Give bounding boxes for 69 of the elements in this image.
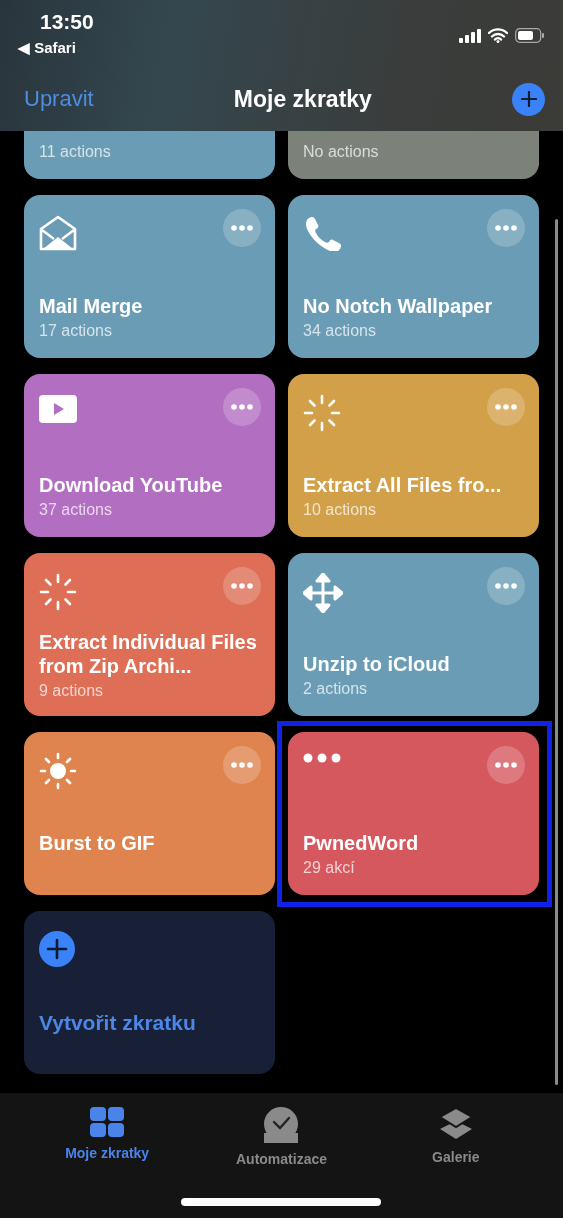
shortcut-card[interactable]: Mail Merge 17 actions — [24, 195, 275, 358]
action-count: 2 actions — [303, 680, 369, 698]
more-icon — [495, 583, 517, 589]
shortcut-card[interactable]: No Notch Wallpaper 34 actions — [288, 195, 539, 358]
shortcut-title: Extract Individual Files from Zip Archi... — [39, 630, 258, 678]
sun-icon — [39, 752, 77, 790]
shortcut-card[interactable]: PwnedWord 29 akcí — [288, 732, 539, 895]
more-icon — [231, 225, 253, 231]
shortcut-card[interactable]: No actions — [288, 131, 539, 179]
grid-icon — [90, 1107, 125, 1137]
more-button[interactable] — [487, 388, 525, 426]
more-button[interactable] — [487, 567, 525, 605]
wifi-icon — [488, 28, 508, 43]
more-icon — [231, 583, 253, 589]
more-icon — [495, 404, 517, 410]
shortcut-title: PwnedWord — [303, 831, 420, 855]
more-icon — [495, 225, 517, 231]
more-button[interactable] — [223, 567, 261, 605]
shortcut-card[interactable]: Unzip to iCloud 2 actions — [288, 553, 539, 716]
dots-icon — [303, 752, 341, 764]
more-button[interactable] — [223, 746, 261, 784]
action-count: 37 actions — [39, 501, 113, 519]
clock-check-icon — [262, 1107, 301, 1143]
add-button[interactable] — [512, 82, 545, 116]
create-shortcut-label: Vytvořit zkratku — [39, 1010, 197, 1036]
action-count: 34 actions — [303, 322, 377, 340]
plus-icon — [520, 91, 537, 107]
action-count: 9 actions — [39, 682, 105, 700]
shortcut-card[interactable]: Extract Individual Files from Zip Archi... 9 actions — [24, 553, 275, 716]
clock-time: 13:50 — [40, 10, 94, 34]
more-icon — [495, 762, 517, 768]
move-arrows-icon — [303, 573, 343, 613]
spinner-icon — [303, 394, 341, 432]
plus-circle-icon — [39, 931, 75, 967]
action-count: 17 actions — [39, 322, 113, 340]
action-count: 11 actions — [39, 143, 111, 161]
shortcut-card[interactable]: Download YouTube 37 actions — [24, 374, 275, 537]
shortcut-card[interactable]: Extract All Files fro... 10 actions — [288, 374, 539, 537]
page-title: Moje zkratky — [233, 85, 372, 113]
action-count: 29 akcí — [303, 859, 356, 877]
shortcut-title: Extract All Files fro... — [303, 473, 503, 497]
shortcut-title: Unzip to iCloud — [303, 652, 451, 676]
phone-icon — [303, 215, 341, 251]
shortcut-title: Download YouTube — [39, 473, 224, 497]
spinner-icon — [39, 573, 77, 611]
shortcut-card[interactable]: 11 actions — [24, 131, 275, 179]
more-button[interactable] — [223, 209, 261, 247]
back-to-app-link[interactable]: ◀ Safari — [18, 39, 94, 57]
create-shortcut-card[interactable]: Vytvořit zkratku — [24, 911, 275, 1074]
signal-icon — [459, 28, 481, 43]
tab-bar-item[interactable]: Moje zkratky — [32, 1103, 183, 1169]
more-icon — [231, 762, 253, 768]
shortcut-card[interactable]: Burst to GIF — [24, 732, 275, 895]
action-count: 10 actions — [303, 501, 377, 519]
play-icon — [39, 394, 77, 424]
more-button[interactable] — [487, 209, 525, 247]
more-icon — [231, 404, 253, 410]
shortcut-title: No Notch Wallpaper — [303, 294, 494, 318]
tab-bar-item[interactable]: Galerie — [380, 1103, 531, 1169]
shortcut-title: Burst to GIF — [39, 831, 156, 855]
battery-icon — [515, 28, 545, 43]
more-button[interactable] — [487, 746, 525, 784]
action-count: No actions — [303, 143, 379, 161]
envelope-icon — [39, 215, 77, 251]
edit-button[interactable]: Upravit — [24, 86, 94, 112]
shortcut-title: Mail Merge — [39, 294, 144, 318]
more-button[interactable] — [223, 388, 261, 426]
tab-bar-item[interactable]: Automatizace — [206, 1103, 357, 1169]
layers-icon — [438, 1107, 473, 1141]
